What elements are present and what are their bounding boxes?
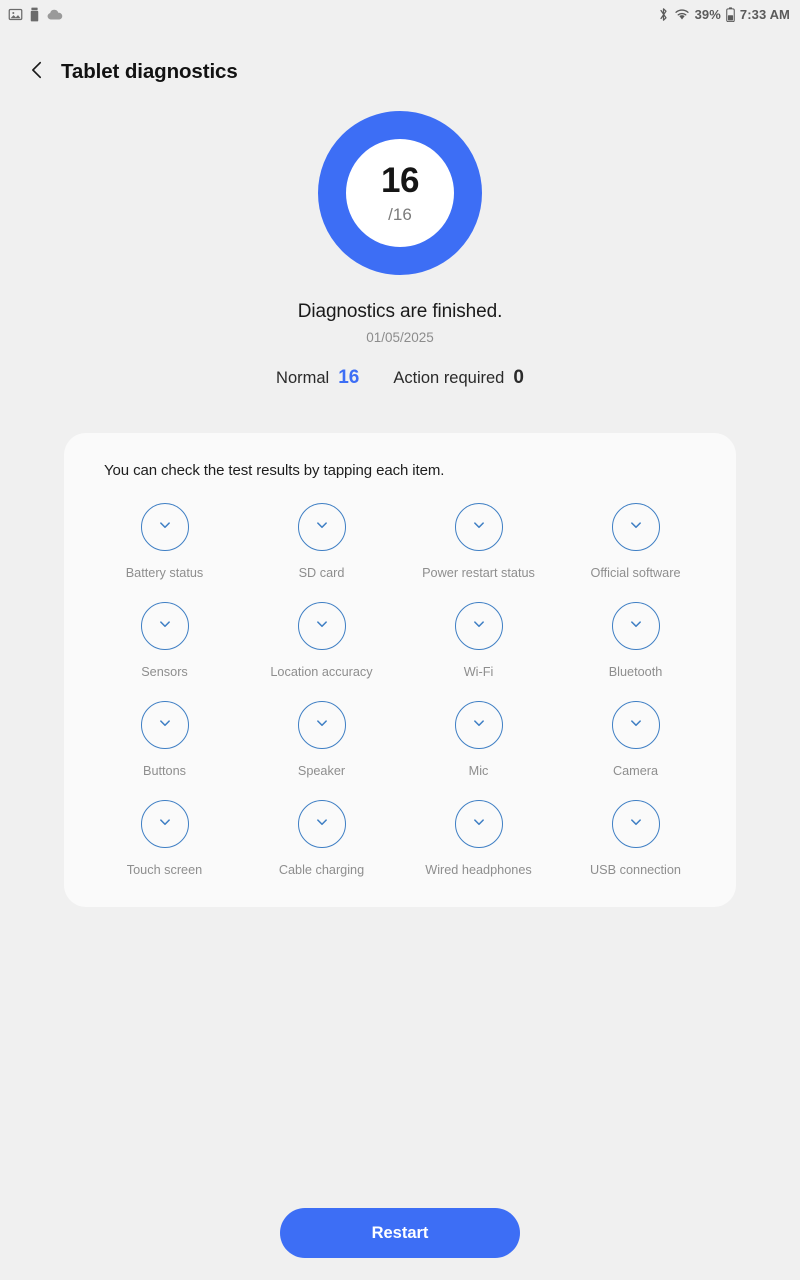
diagnostic-item-status-circle	[297, 800, 346, 848]
diagnostic-item-status-circle	[297, 602, 346, 650]
photo-icon	[8, 7, 23, 22]
bluetooth-icon	[658, 7, 669, 22]
results-hint: You can check the test results by tappin…	[104, 462, 445, 479]
footer: Restart	[0, 1208, 800, 1258]
normal-count-group: Normal 16	[276, 367, 359, 389]
diagnostic-item-status-circle	[297, 701, 346, 749]
chevron-down-icon	[470, 813, 488, 836]
diagnostic-item-status-circle	[611, 701, 660, 749]
summary-section: Diagnostics are finished. 01/05/2025 Nor…	[0, 301, 800, 389]
diagnostic-item[interactable]: Wired headphones	[400, 800, 557, 877]
diagnostic-item-label: SD card	[298, 566, 345, 580]
diagnostic-item[interactable]: USB connection	[557, 800, 714, 877]
status-bar: 39% 7:33 AM	[0, 0, 800, 28]
diagnostic-item-label: Camera	[612, 764, 659, 778]
diagnostic-item[interactable]: Official software	[557, 503, 714, 580]
diagnostic-item[interactable]: Mic	[400, 701, 557, 778]
page-title: Tablet diagnostics	[61, 60, 238, 83]
diagnostic-item-label: Touch screen	[126, 863, 203, 877]
diagnostic-item[interactable]: Sensors	[86, 602, 243, 679]
diagnostic-item[interactable]: Camera	[557, 701, 714, 778]
diagnostic-item[interactable]: Wi-Fi	[400, 602, 557, 679]
diagnostic-item-status-circle	[454, 503, 503, 551]
diagnostic-item-status-circle	[454, 602, 503, 650]
chevron-down-icon	[470, 516, 488, 539]
diagnostic-item-status-circle	[140, 701, 189, 749]
diagnostic-item-label: Wi-Fi	[463, 665, 494, 679]
results-card: You can check the test results by tappin…	[64, 433, 736, 907]
diagnostic-item-label: Official software	[590, 566, 681, 580]
diagnostic-item[interactable]: Buttons	[86, 701, 243, 778]
diagnostic-item[interactable]: SD card	[243, 503, 400, 580]
diagnostic-item-status-circle	[454, 800, 503, 848]
action-required-count-value: 0	[513, 367, 524, 388]
restart-button[interactable]: Restart	[280, 1208, 520, 1258]
wifi-icon	[674, 8, 690, 21]
progress-ring-section: 16 /16	[0, 111, 800, 275]
diagnostic-item-label: Bluetooth	[608, 665, 663, 679]
usb-storage-icon	[29, 7, 40, 22]
chevron-down-icon	[470, 615, 488, 638]
progress-score: 16	[381, 161, 419, 200]
diagnostic-item[interactable]: Bluetooth	[557, 602, 714, 679]
progress-total: /16	[388, 205, 412, 224]
status-bar-left	[8, 7, 63, 22]
chevron-down-icon	[156, 813, 174, 836]
action-required-count-label: Action required	[393, 369, 505, 387]
chevron-down-icon	[313, 516, 331, 539]
diagnostic-item[interactable]: Power restart status	[400, 503, 557, 580]
cloud-icon	[46, 8, 63, 21]
clock-text: 7:33 AM	[739, 6, 790, 22]
diagnostic-item[interactable]: Battery status	[86, 503, 243, 580]
chevron-down-icon	[156, 714, 174, 737]
progress-ring-center: 16 /16	[318, 111, 482, 275]
diagnostic-item[interactable]: Location accuracy	[243, 602, 400, 679]
normal-count-value: 16	[338, 367, 360, 388]
diagnostic-item-label: Mic	[468, 764, 489, 778]
diagnostic-item-label: Speaker	[297, 764, 346, 778]
diagnostic-item[interactable]: Touch screen	[86, 800, 243, 877]
chevron-down-icon	[627, 615, 645, 638]
chevron-down-icon	[627, 516, 645, 539]
diagnostic-item-status-circle	[140, 503, 189, 551]
results-grid: Battery status SD card Power restart statu…	[86, 503, 714, 877]
diagnostic-item-label: Power restart status	[422, 566, 535, 580]
summary-date: 01/05/2025	[366, 330, 434, 345]
chevron-down-icon	[313, 615, 331, 638]
diagnostic-item-label: Buttons	[142, 764, 187, 778]
chevron-down-icon	[156, 516, 174, 539]
status-bar-right: 39% 7:33 AM	[658, 7, 790, 22]
chevron-down-icon	[313, 813, 331, 836]
summary-counts: Normal 16 Action required 0	[0, 367, 800, 389]
chevron-left-icon	[26, 59, 48, 86]
diagnostic-item-label: Location accuracy	[270, 665, 373, 679]
diagnostic-item-status-circle	[611, 800, 660, 848]
battery-percent-text: 39%	[694, 6, 721, 22]
diagnostic-item-status-circle	[611, 602, 660, 650]
diagnostic-item-label: Wired headphones	[425, 863, 532, 877]
diagnostic-item-label: Cable charging	[278, 863, 365, 877]
diagnostic-item-status-circle	[611, 503, 660, 551]
summary-title: Diagnostics are finished.	[297, 301, 503, 322]
diagnostic-item-status-circle	[454, 701, 503, 749]
chevron-down-icon	[156, 615, 174, 638]
progress-ring: 16 /16	[318, 111, 482, 275]
normal-count-label: Normal	[276, 369, 330, 387]
battery-icon	[726, 6, 735, 22]
app-bar: Tablet diagnostics	[0, 44, 800, 100]
diagnostic-item-status-circle	[140, 602, 189, 650]
diagnostic-item-label: Sensors	[141, 665, 188, 679]
diagnostic-item-status-circle	[140, 800, 189, 848]
back-button[interactable]	[20, 55, 54, 89]
chevron-down-icon	[470, 714, 488, 737]
chevron-down-icon	[627, 813, 645, 836]
diagnostic-item[interactable]: Speaker	[243, 701, 400, 778]
action-required-count-group: Action required 0	[393, 367, 524, 389]
chevron-down-icon	[627, 714, 645, 737]
diagnostic-item[interactable]: Cable charging	[243, 800, 400, 877]
diagnostic-item-label: USB connection	[590, 863, 681, 877]
chevron-down-icon	[313, 714, 331, 737]
diagnostic-item-status-circle	[297, 503, 346, 551]
diagnostic-item-label: Battery status	[125, 566, 204, 580]
